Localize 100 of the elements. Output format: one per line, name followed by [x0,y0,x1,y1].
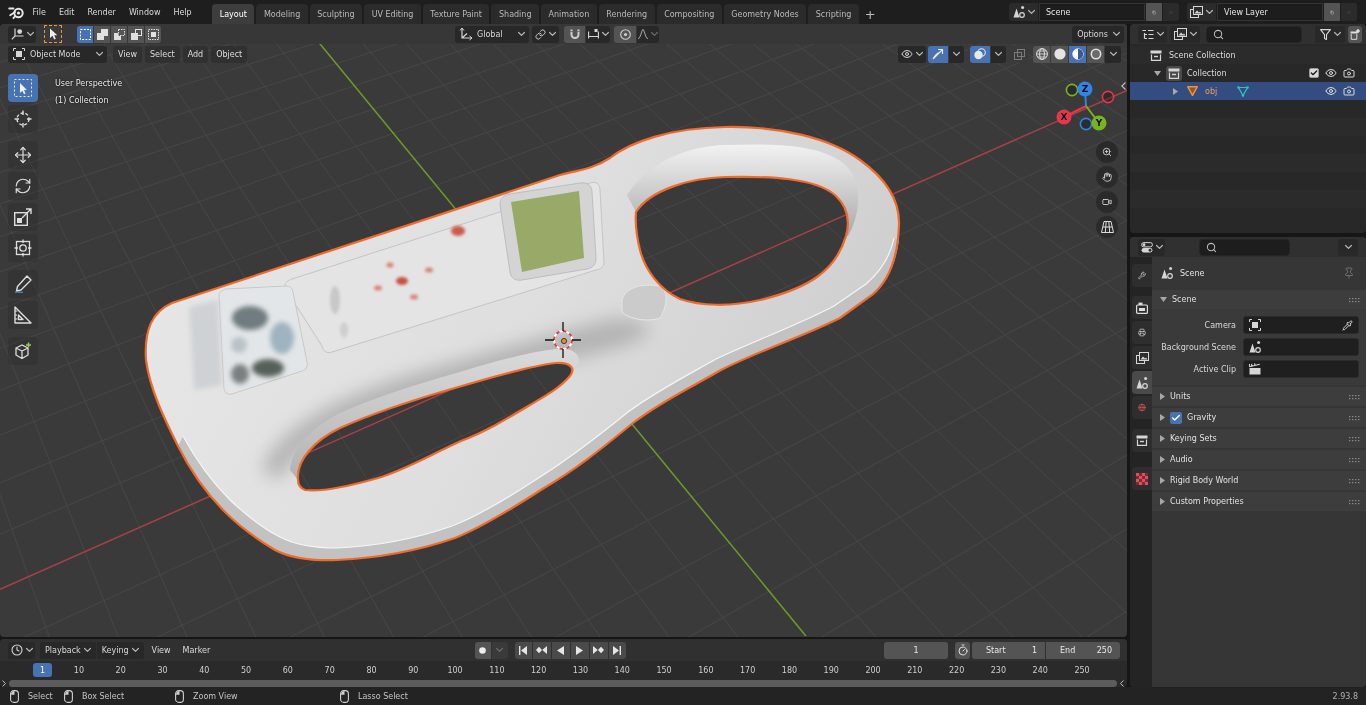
proportional-editing-toggle[interactable] [614,25,636,43]
tool-button[interactable] [8,234,38,262]
workspace-tab[interactable]: Shading [491,4,539,24]
menu-item[interactable]: Render [80,2,123,22]
filter-dropdown[interactable] [1315,25,1345,43]
start-frame-field[interactable]: Start 1 [972,641,1045,659]
negative-axis-handle[interactable] [1101,90,1115,104]
select-mode-button[interactable] [145,25,161,43]
header-menu[interactable]: Marker [176,641,217,659]
view-layer-browse-button[interactable] [1187,3,1216,21]
panel-header[interactable]: Rigid Body World [1152,471,1366,490]
perspective-toggle-button[interactable] [1096,216,1118,238]
panel-header[interactable]: Units [1152,387,1366,406]
current-frame-field[interactable]: 1 [884,641,948,659]
tool-button[interactable] [8,337,38,365]
visibility-toggle[interactable] [1325,67,1337,79]
header-menu[interactable]: View [113,45,142,63]
display-mode-dropdown[interactable] [1138,25,1167,43]
pivot-point-dropdown[interactable] [532,25,559,43]
overlay-dropdown[interactable] [991,45,1006,63]
header-menu[interactable]: Select [145,45,180,63]
shading-mode-button[interactable] [1033,45,1050,63]
workspace-tab[interactable]: Layout [212,4,255,24]
clip-field[interactable] [1243,360,1359,378]
menu-item[interactable]: Edit [52,2,81,22]
properties-tab[interactable] [1132,346,1152,369]
timeline-dropdown[interactable]: Keying [96,641,144,659]
editor-type-button[interactable] [8,25,36,43]
select-mode-button[interactable] [94,25,110,43]
tool-button[interactable] [8,172,38,200]
tool-button[interactable] [8,105,38,133]
shading-mode-button[interactable] [1069,45,1086,63]
panel-checkbox[interactable] [1170,411,1182,424]
menu-item[interactable]: File [26,2,53,22]
menu-item[interactable]: Help [166,2,199,22]
header-menu[interactable]: View [145,641,177,659]
snap-toggle[interactable] [564,25,585,43]
render-toggle[interactable] [1343,67,1355,79]
xray-toggle[interactable] [1011,45,1028,63]
tool-button[interactable] [8,301,38,329]
workspace-tab[interactable]: Rendering [598,4,655,24]
preview-range-toggle[interactable] [955,641,970,659]
header-menu[interactable]: Add [182,45,209,63]
gizmo-dropdown[interactable] [949,45,964,63]
view-layer-dropdown[interactable] [1170,25,1200,43]
active-tool-button[interactable] [44,25,62,43]
panel-header[interactable]: Gravity [1152,408,1366,427]
render-toggle[interactable] [1343,85,1355,97]
menu-item[interactable]: Window [122,2,167,22]
workspace-tab[interactable]: Compositing [656,4,722,24]
properties-tab[interactable] [1132,429,1152,452]
end-frame-field[interactable]: End 250 [1046,641,1120,659]
object-field[interactable] [1243,316,1359,334]
playhead-handle[interactable]: 1 [33,663,52,677]
workspace-tab[interactable]: UV Editing [364,4,421,24]
options-dropdown[interactable] [1338,238,1358,256]
panel-header[interactable]: Audio [1152,450,1366,469]
negative-axis-handle[interactable] [1065,83,1079,97]
search-field[interactable] [1199,238,1290,256]
gizmo-toggle[interactable] [928,45,948,63]
properties-tab[interactable] [1132,371,1152,394]
panel-header[interactable]: Keying Sets [1152,429,1366,448]
previous-keyframe-button[interactable] [532,641,551,659]
falloff-dropdown[interactable] [637,25,659,43]
workspace-tab[interactable]: Animation [541,4,597,24]
play-button[interactable] [570,641,589,659]
play-reverse-button[interactable] [551,641,570,659]
jump-to-start-button[interactable] [514,641,532,659]
select-mode-button[interactable] [128,25,144,43]
shading-mode-button[interactable] [1051,45,1068,63]
header-menu[interactable]: Object [211,45,248,63]
properties-tab[interactable] [1132,296,1152,319]
mode-dropdown[interactable]: Object Mode [8,45,107,63]
shading-mode-button[interactable] [1087,45,1104,63]
overlay-toggle[interactable] [970,45,990,63]
scene-name-field[interactable]: Scene [1039,3,1145,21]
timeline-dropdown[interactable]: Playback [40,641,96,659]
visibility-toggle[interactable] [1325,85,1337,97]
timeline-scrollbar[interactable] [9,679,1117,687]
negative-axis-handle[interactable] [1079,117,1093,131]
scene-field[interactable] [1243,338,1359,356]
zoom-button[interactable] [1096,141,1118,163]
camera-view-button[interactable] [1096,191,1118,213]
new-collection-button[interactable] [1348,25,1362,43]
outliner-row[interactable]: obj [1130,82,1366,100]
workspace-tab[interactable]: Sculpting [309,4,363,24]
include-checkbox[interactable] [1308,68,1319,78]
shading-dropdown[interactable] [1105,45,1121,63]
scene-browse-button[interactable] [1009,3,1038,21]
axis-handle[interactable]: Y [1085,105,1107,131]
panel-header[interactable]: Scene [1152,290,1366,309]
transform-orientation-dropdown[interactable]: Global [455,25,529,43]
visibility-dropdown[interactable] [898,45,926,63]
tool-button[interactable] [8,203,38,231]
workspace-tab[interactable]: Modeling [256,4,308,24]
view-layer-name-field[interactable]: View Layer [1217,3,1323,21]
workspace-tab[interactable]: Geometry Nodes [723,4,807,24]
workspace-tab[interactable]: Scripting [808,4,859,24]
jump-to-end-button[interactable] [608,641,626,659]
tool-button[interactable] [8,270,38,298]
